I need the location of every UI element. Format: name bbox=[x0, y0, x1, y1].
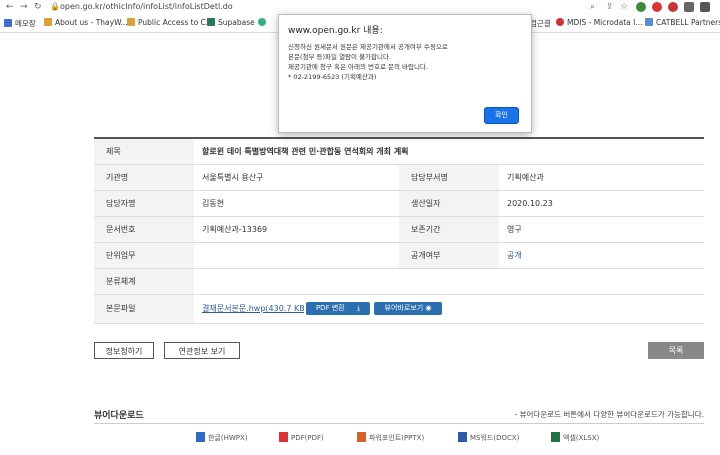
address-bar: ← → ↻ 🔒 open.go.kr/othicInfo/infoList/in… bbox=[0, 0, 720, 15]
file-link[interactable]: 결재문서본문.hwp(430.7 KB) bbox=[194, 295, 304, 323]
extension-icon[interactable] bbox=[684, 2, 694, 12]
file-label: 본문파일 bbox=[94, 295, 194, 323]
table-row: 기관명 서울특별시 용산구 담당부서명 기획예산과 bbox=[94, 165, 704, 191]
pdf-icon bbox=[279, 432, 288, 442]
folder-icon bbox=[44, 18, 52, 26]
viewer-button[interactable]: 뷰어바로보기 ◉ bbox=[374, 302, 442, 315]
date-value: 2020.10.23 bbox=[507, 199, 553, 208]
table-row: 본문파일 결재문서본문.hwp(430.7 KB) PDF 변환 ⤓ 뷰어바로보… bbox=[94, 295, 704, 324]
alert-dialog: www.open.go.kr 내용: 신청하신 원세문서 원문은 제공기관에서 … bbox=[278, 14, 532, 133]
table-row: 담당자명 김동현 생산일자 2020.10.23 bbox=[94, 191, 704, 217]
dialog-line: * 02-2199-6523 (기획예산과) bbox=[288, 73, 377, 81]
bookmark-item[interactable]: About us - ThayW... bbox=[44, 18, 128, 27]
bookmark-item[interactable]: Supabase bbox=[207, 18, 255, 27]
table-row: 문서번호 기획예산과-13369 보존기간 영구 bbox=[94, 217, 704, 243]
document-info-table: 제목 할로윈 데이 특별방역대책 관련 민·관합동 연석회의 개최 계획 기관명… bbox=[94, 137, 704, 324]
download-hwpx[interactable]: 한글(HWPX) bbox=[196, 432, 248, 443]
task-value bbox=[194, 243, 399, 268]
pdf-convert-button[interactable]: PDF 변환 ⤓ bbox=[306, 302, 370, 315]
xlsx-icon bbox=[551, 432, 560, 442]
related-info-button[interactable]: 연관정보 보기 bbox=[164, 342, 240, 359]
folder-icon bbox=[127, 18, 135, 26]
class-value bbox=[194, 269, 704, 294]
download-docx[interactable]: MS워드(DOCX) bbox=[458, 432, 519, 443]
bookmark-item[interactable]: Public Access to C... bbox=[127, 18, 213, 27]
extension-icon[interactable] bbox=[668, 2, 678, 12]
apps-icon bbox=[4, 19, 12, 27]
download-pptx[interactable]: 파워포인트(PPTX) bbox=[357, 432, 424, 443]
open-label: 공개여부 bbox=[399, 243, 499, 268]
person-value: 김동현 bbox=[202, 199, 225, 208]
table-row: 단위업무 공개여부 공개 bbox=[94, 243, 704, 269]
download-xlsx[interactable]: 엑셀(XLSX) bbox=[551, 432, 599, 443]
person-label: 담당자명 bbox=[94, 191, 194, 216]
dialog-line: 제공기관에 청구 혹은 아래의 번호로 문의 바랍니다. bbox=[288, 63, 429, 71]
eye-icon: ◉ bbox=[425, 304, 432, 312]
request-button[interactable]: 정보청하기 bbox=[94, 342, 154, 359]
docx-icon bbox=[458, 432, 467, 442]
back-icon[interactable]: ← bbox=[6, 2, 14, 12]
dialog-message: 신청하신 원세문서 원문은 제공기관에서 공개여부 수정으로 본문(첨부 등)파… bbox=[288, 42, 524, 82]
lock-icon: 🔒 bbox=[50, 2, 60, 11]
bookmark-item[interactable] bbox=[258, 18, 269, 27]
share-icon[interactable]: ⇪ bbox=[606, 2, 614, 12]
docno-value: 기획예산과-13369 bbox=[202, 225, 268, 234]
ok-button[interactable]: 확인 bbox=[484, 107, 519, 124]
pdf-convert-label: PDF 변환 bbox=[315, 304, 345, 312]
site-icon bbox=[258, 18, 266, 26]
open-value: 공개 bbox=[507, 251, 522, 260]
title-value: 할로윈 데이 특별방역대책 관련 민·관합동 연석회의 개최 계획 bbox=[202, 147, 409, 156]
mdis-icon bbox=[556, 18, 564, 26]
table-row: 제목 할로윈 데이 특별방역대책 관련 민·관합동 연석회의 개최 계획 bbox=[94, 139, 704, 165]
viewer-label: 뷰어바로보기 bbox=[384, 304, 424, 312]
reload-icon[interactable]: ↻ bbox=[34, 2, 42, 12]
keep-label: 보존기간 bbox=[399, 217, 499, 242]
bookmark-item[interactable]: CATBELL Partners bbox=[645, 18, 720, 27]
dialog-line: 신청하신 원세문서 원문은 제공기관에서 공개여부 수정으로 bbox=[288, 43, 448, 51]
keep-value: 영구 bbox=[507, 225, 522, 234]
bookmark-item[interactable]: MDIS - Microdata I... bbox=[556, 18, 643, 27]
download-pdf[interactable]: PDF(PDF) bbox=[279, 432, 324, 442]
date-label: 생산일자 bbox=[399, 191, 499, 216]
extension-icon[interactable] bbox=[636, 2, 646, 12]
docno-label: 문서번호 bbox=[94, 217, 194, 242]
bookmark-item[interactable]: 메모장 bbox=[4, 18, 36, 29]
table-row: 분류체계 bbox=[94, 269, 704, 295]
download-icon: ⤓ bbox=[356, 304, 361, 312]
list-button[interactable]: 목록 bbox=[648, 342, 704, 359]
dept-label: 담당부서명 bbox=[399, 165, 499, 190]
divider bbox=[94, 423, 704, 424]
task-label: 단위업무 bbox=[94, 243, 194, 268]
pptx-icon bbox=[357, 432, 366, 442]
dialog-line: 본문(첨부 등)파일 열람이 불가합니다. bbox=[288, 53, 392, 61]
class-label: 분류체계 bbox=[94, 269, 194, 294]
supabase-icon bbox=[207, 18, 215, 26]
viewer-download-heading: 뷰어다운로드 bbox=[94, 411, 144, 421]
forward-icon[interactable]: → bbox=[20, 2, 28, 12]
star-icon[interactable]: ☆ bbox=[620, 2, 628, 12]
viewer-download-note: - 뷰어다운로드 버튼에서 다양한 뷰어다운로드가 가능합니다. bbox=[514, 410, 704, 419]
title-label: 제목 bbox=[94, 139, 194, 164]
org-label: 기관명 bbox=[94, 165, 194, 190]
extension-icon[interactable] bbox=[700, 2, 710, 12]
search-icon[interactable]: ⌕ bbox=[590, 2, 595, 12]
extension-icon[interactable] bbox=[652, 2, 662, 12]
bookmark-item[interactable]: 검근결 bbox=[530, 18, 551, 29]
org-value: 서울특별시 용산구 bbox=[202, 173, 264, 182]
dept-value: 기획예산과 bbox=[507, 173, 544, 182]
url-field[interactable]: open.go.kr/othicInfo/infoList/infoListDe… bbox=[60, 2, 233, 11]
catbell-icon bbox=[645, 18, 653, 26]
dialog-title: www.open.go.kr 내용: bbox=[288, 26, 383, 36]
hwp-icon bbox=[196, 432, 205, 442]
